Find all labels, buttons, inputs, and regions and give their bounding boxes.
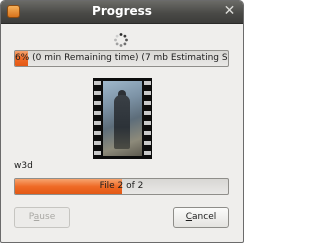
window-title: Progress: [92, 4, 152, 18]
close-icon[interactable]: ✕: [222, 4, 237, 19]
codec-label: w3d: [14, 161, 33, 171]
encoding-progress-label: 6% (0 min Remaining time) (7 mb Estimati…: [15, 53, 229, 63]
pause-button[interactable]: Pause: [14, 207, 70, 228]
cancel-button[interactable]: Cancel: [173, 207, 229, 228]
figure-body: [114, 95, 130, 149]
file-progress-label: File 2 of 2: [99, 181, 144, 191]
pause-label-post: use: [39, 212, 56, 222]
video-thumbnail: [93, 78, 152, 159]
file-progress-bar: File 2 of 2: [14, 178, 229, 195]
cancel-label-post: ancel: [192, 212, 217, 222]
titlebar[interactable]: Progress ✕: [1, 1, 243, 24]
video-frame: [103, 81, 142, 156]
progress-dialog: Progress ✕ 6% (0 min Remaining time) (7 …: [0, 0, 244, 243]
encoding-progress-bar: 6% (0 min Remaining time) (7 mb Estimati…: [14, 50, 229, 67]
film-sprocket-left: [94, 78, 101, 159]
film-sprocket-right: [144, 78, 151, 159]
spinner-icon: [114, 33, 128, 47]
